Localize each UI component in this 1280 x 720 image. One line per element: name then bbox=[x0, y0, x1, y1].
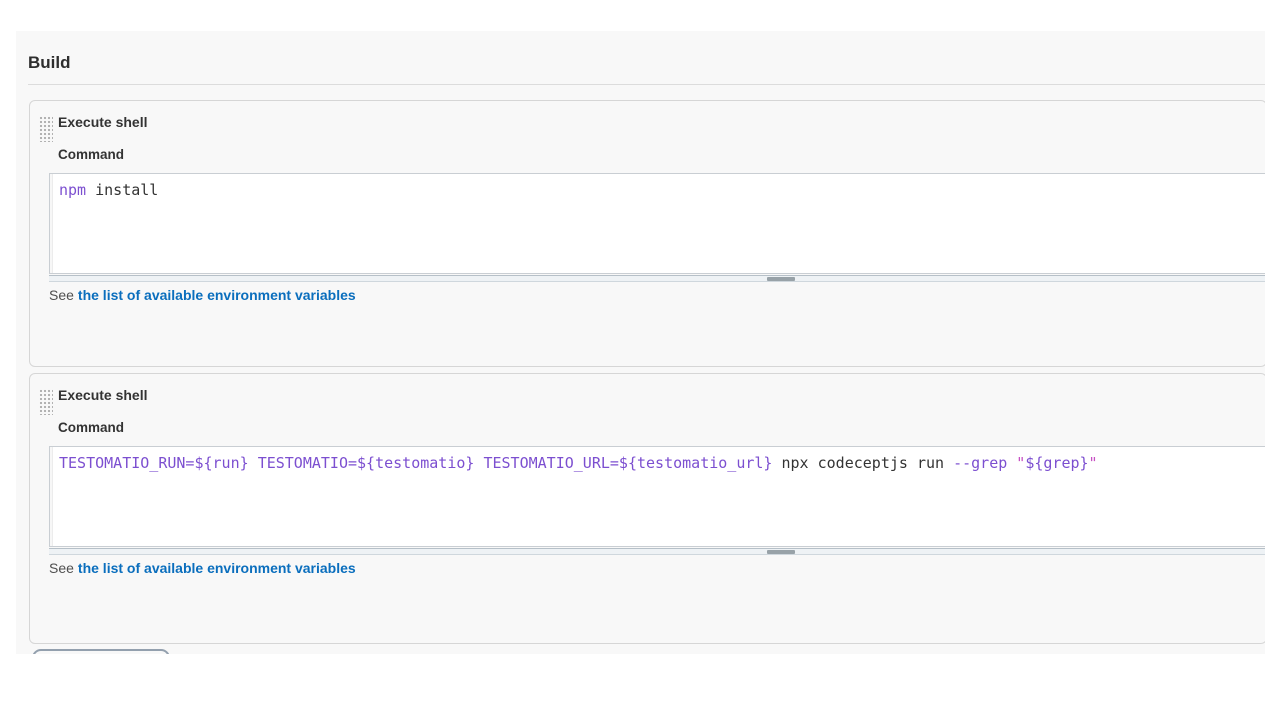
jenkins-config-page: { "section": { "title": "Build" }, "step… bbox=[0, 0, 1280, 720]
environment-variables-link[interactable]: the list of available environment variab… bbox=[78, 287, 356, 303]
build-step-title: Execute shell bbox=[58, 114, 148, 130]
command-label: Command bbox=[58, 420, 124, 435]
resize-grip-icon bbox=[767, 550, 795, 554]
command-code[interactable]: TESTOMATIO_RUN=${run} TESTOMATIO=${testo… bbox=[59, 454, 1098, 472]
environment-variables-help: Seethe list of available environment var… bbox=[49, 560, 356, 576]
build-config-panel: Build Execute shell Command npm install … bbox=[16, 31, 1265, 654]
editor-gutter bbox=[50, 174, 53, 273]
add-build-step-button[interactable] bbox=[32, 649, 170, 654]
help-prefix: See bbox=[49, 287, 74, 303]
editor-resize-handle[interactable] bbox=[49, 548, 1265, 555]
section-divider bbox=[28, 84, 1265, 85]
build-step-title: Execute shell bbox=[58, 387, 148, 403]
page-title: Build bbox=[28, 53, 71, 73]
drag-handle-icon[interactable] bbox=[39, 389, 53, 415]
command-editor[interactable]: npm install bbox=[49, 173, 1265, 274]
command-editor[interactable]: TESTOMATIO_RUN=${run} TESTOMATIO=${testo… bbox=[49, 446, 1265, 547]
editor-resize-handle[interactable] bbox=[49, 275, 1265, 282]
editor-gutter bbox=[50, 447, 53, 546]
command-label: Command bbox=[58, 147, 124, 162]
help-prefix: See bbox=[49, 560, 74, 576]
resize-grip-icon bbox=[767, 277, 795, 281]
drag-handle-icon[interactable] bbox=[39, 116, 53, 142]
build-step-card: Execute shell Command npm install Seethe… bbox=[29, 100, 1265, 367]
command-code[interactable]: npm install bbox=[59, 181, 158, 199]
environment-variables-link[interactable]: the list of available environment variab… bbox=[78, 560, 356, 576]
environment-variables-help: Seethe list of available environment var… bbox=[49, 287, 356, 303]
build-step-card: Execute shell Command TESTOMATIO_RUN=${r… bbox=[29, 373, 1265, 644]
